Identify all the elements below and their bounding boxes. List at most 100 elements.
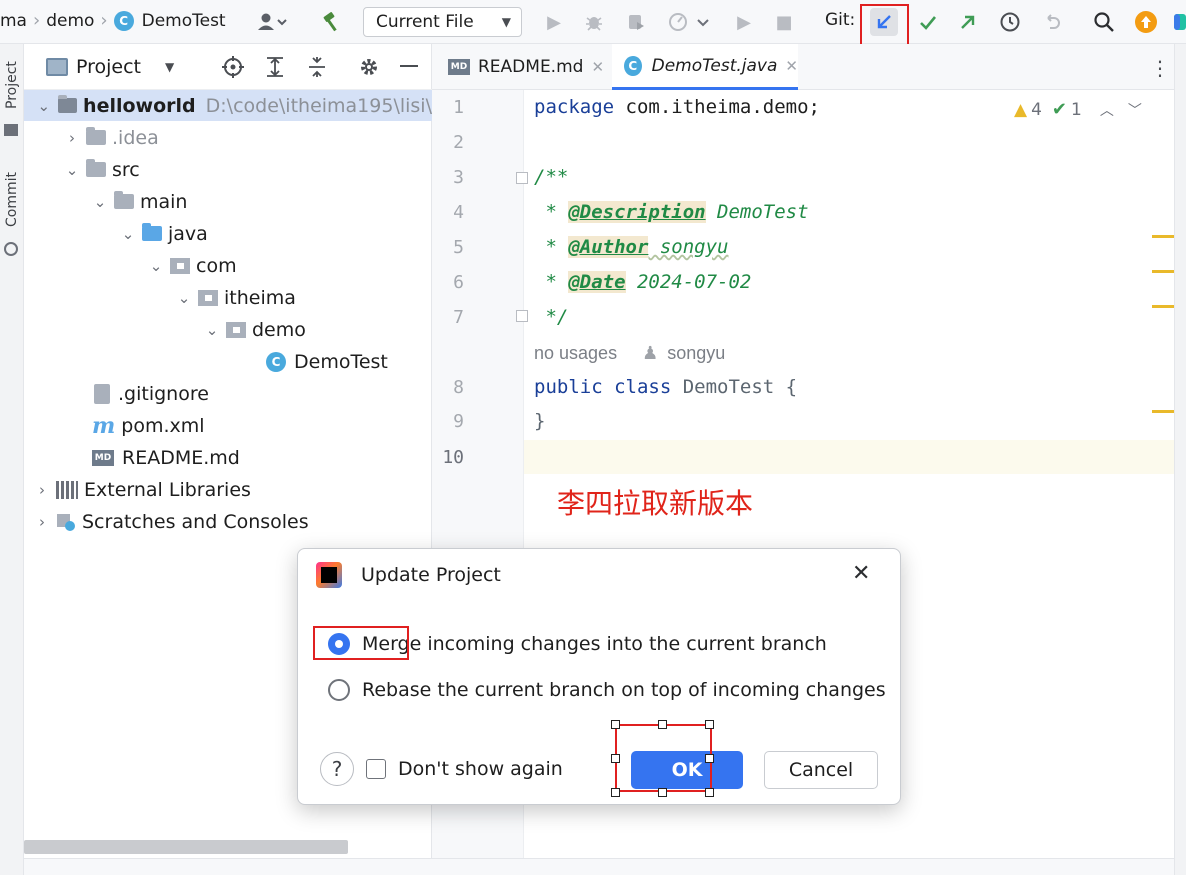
- tab-demotest[interactable]: C DemoTest.java ✕: [612, 44, 798, 90]
- minimize-icon[interactable]: [400, 65, 418, 67]
- ide-update-icon[interactable]: [1132, 8, 1160, 36]
- chevron-down-icon[interactable]: ⌄: [120, 225, 136, 243]
- collapse-all-icon[interactable]: [306, 56, 328, 82]
- project-tool-tab[interactable]: Project: [1, 50, 23, 120]
- close-icon[interactable]: ✕: [852, 561, 870, 586]
- chevron-down-icon[interactable]: ⌄: [176, 289, 192, 307]
- line-number: 2: [453, 132, 464, 153]
- git-push-icon[interactable]: [954, 8, 982, 36]
- breadcrumb-file[interactable]: DemoTest: [142, 11, 226, 31]
- line-number: 10: [442, 447, 464, 468]
- git-label: Git:: [825, 10, 856, 30]
- tree-item-itheima[interactable]: ⌄ itheima: [24, 282, 296, 313]
- author-hint: songyu: [667, 343, 726, 363]
- tree-item-scratches[interactable]: › Scratches and Consoles: [24, 506, 309, 537]
- code-vision-hint[interactable]: no usages ♟ songyu: [534, 343, 725, 364]
- tree-item-demo[interactable]: ⌄ demo: [24, 314, 306, 345]
- cancel-button[interactable]: Cancel: [764, 751, 878, 789]
- breadcrumb-root[interactable]: ma: [0, 11, 27, 31]
- project-panel-header: Project ▼: [24, 44, 432, 90]
- git-history-icon[interactable]: [996, 8, 1024, 36]
- help-button[interactable]: ?: [320, 752, 354, 786]
- resize-handle: [658, 788, 667, 797]
- chevron-down-icon[interactable]: ﹀: [1128, 100, 1142, 120]
- module-folder-icon: [57, 95, 78, 113]
- chevron-up-icon[interactable]: ︿: [1100, 100, 1114, 120]
- warning-stripe[interactable]: [1152, 235, 1174, 238]
- highlight-box-ok: [615, 724, 712, 792]
- chevron-down-icon[interactable]: ⌄: [92, 193, 108, 211]
- resize-handle: [611, 754, 620, 763]
- tree-item-readme[interactable]: MD README.md: [24, 442, 240, 473]
- expand-all-icon[interactable]: [264, 56, 286, 82]
- run-icon[interactable]: ▶: [540, 8, 568, 36]
- line-number: 3: [453, 167, 464, 188]
- debug-icon[interactable]: [580, 8, 608, 36]
- chevron-down-icon[interactable]: ⌄: [148, 257, 164, 275]
- warning-stripe[interactable]: [1152, 270, 1174, 273]
- inspection-widget[interactable]: ▲ 4 ✔ 1 ︿ ﹀: [1014, 99, 1142, 120]
- tree-item-main[interactable]: ⌄ main: [24, 186, 188, 217]
- tree-item-pom[interactable]: m pom.xml: [24, 410, 205, 441]
- stop-icon[interactable]: ■: [770, 8, 798, 36]
- user-icon[interactable]: [252, 8, 292, 36]
- line-number: 6: [453, 272, 464, 293]
- tree-item-label: com: [196, 254, 237, 277]
- search-icon[interactable]: [1090, 8, 1118, 36]
- commit-tool-tab[interactable]: Commit: [1, 162, 23, 238]
- check-icon: ✔: [1051, 99, 1067, 120]
- tab-label: DemoTest.java: [651, 55, 778, 76]
- chevron-right-icon[interactable]: ›: [34, 513, 50, 531]
- folder-icon: [86, 127, 106, 145]
- chevron-down-icon[interactable]: ⌄: [36, 97, 52, 115]
- close-icon[interactable]: ✕: [591, 58, 604, 76]
- tree-item-src[interactable]: ⌄ src: [24, 154, 140, 185]
- horizontal-scrollbar[interactable]: [24, 840, 348, 854]
- gear-icon[interactable]: [358, 56, 380, 82]
- profiler-icon[interactable]: [664, 8, 716, 36]
- resize-handle: [705, 788, 714, 797]
- rebase-option[interactable]: Rebase the current branch on top of inco…: [328, 679, 886, 701]
- git-rollback-icon[interactable]: [1038, 8, 1066, 36]
- checkbox-box[interactable]: [366, 759, 386, 779]
- tab-readme[interactable]: MD README.md ✕: [444, 44, 612, 90]
- git-commit-check-icon[interactable]: [914, 8, 942, 36]
- class-icon: C: [624, 55, 642, 76]
- resize-handle: [611, 720, 620, 729]
- coverage-icon[interactable]: [622, 8, 650, 36]
- chevron-right-icon[interactable]: ›: [64, 129, 80, 147]
- breadcrumb-module[interactable]: demo: [46, 11, 94, 31]
- tree-item-external-libraries[interactable]: › External Libraries: [24, 474, 251, 505]
- tree-item-idea[interactable]: › .idea: [24, 122, 159, 153]
- tree-item-java[interactable]: ⌄ java: [24, 218, 208, 249]
- tree-item-helloworld[interactable]: ⌄ helloworld D:\code\itheima195\lisi\: [24, 90, 432, 121]
- code-line-9: }: [534, 410, 546, 432]
- tree-item-label: demo: [252, 318, 306, 341]
- locate-icon[interactable]: [222, 56, 244, 82]
- plugin-icon[interactable]: [1172, 8, 1186, 36]
- more-tabs-icon[interactable]: ⋮: [1150, 56, 1170, 80]
- warning-icon: ▲: [1014, 99, 1028, 120]
- chevron-down-icon[interactable]: ⌄: [204, 321, 220, 339]
- radio-rebase[interactable]: [328, 679, 350, 701]
- markdown-icon: MD: [92, 449, 114, 466]
- chevron-down-icon[interactable]: ▼: [165, 60, 174, 74]
- chevron-down-icon[interactable]: ⌄: [64, 161, 80, 179]
- build-hammer-icon[interactable]: [318, 8, 346, 36]
- package-icon: [226, 321, 246, 338]
- tree-item-gitignore[interactable]: .gitignore: [24, 378, 209, 409]
- dont-show-again-checkbox[interactable]: Don't show again: [366, 758, 563, 780]
- project-panel-title[interactable]: Project: [76, 56, 141, 78]
- warning-stripe[interactable]: [1152, 305, 1174, 308]
- tree-item-com[interactable]: ⌄ com: [24, 250, 237, 281]
- run-config-select[interactable]: Current File ▼: [363, 7, 522, 37]
- tree-item-demotest[interactable]: C DemoTest: [24, 346, 388, 377]
- resume-icon[interactable]: ▶: [730, 8, 758, 36]
- chevron-right-icon[interactable]: ›: [34, 481, 50, 499]
- warning-stripe[interactable]: [1152, 410, 1174, 413]
- folder-icon: [86, 159, 106, 177]
- close-icon[interactable]: ✕: [785, 57, 798, 75]
- line-number: 9: [453, 411, 464, 432]
- tree-item-label: main: [140, 190, 188, 213]
- breadcrumb-separator-icon: ›: [100, 10, 108, 31]
